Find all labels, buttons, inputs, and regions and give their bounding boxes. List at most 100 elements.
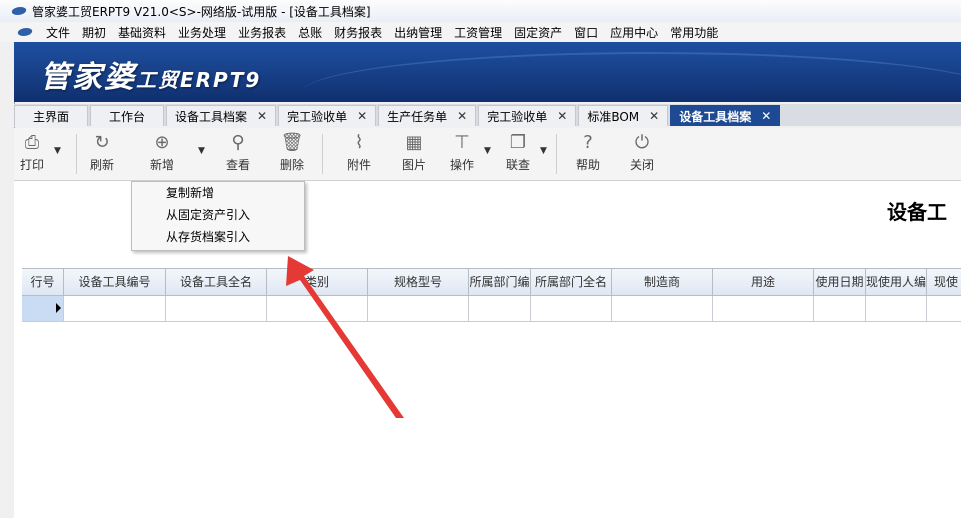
tab-completion-acceptance-2[interactable]: 完工验收单 ✕	[478, 105, 577, 126]
operate-dropdown-arrow[interactable]: ▼	[484, 146, 491, 156]
tab-workbench[interactable]: 工作台	[90, 105, 164, 126]
grid-cell[interactable]	[866, 296, 927, 321]
tab-completion-acceptance[interactable]: 完工验收单 ✕	[278, 105, 377, 126]
tab-standard-bom[interactable]: 标准BOM ✕	[578, 105, 669, 126]
power-icon: ⏻	[634, 132, 650, 153]
grid-cell[interactable]	[267, 296, 368, 321]
linked-dropdown-arrow[interactable]: ▼	[540, 146, 547, 156]
column-header[interactable]: 设备工具全名	[166, 269, 267, 295]
grid-cell[interactable]	[612, 296, 713, 321]
question-icon: ?	[583, 132, 593, 153]
close-icon[interactable]: ✕	[257, 109, 267, 123]
close-icon[interactable]: ✕	[457, 109, 467, 123]
grid-cell[interactable]	[927, 296, 961, 321]
paint-roller-icon: ⊤	[454, 132, 470, 153]
tab-equipment-archive[interactable]: 设备工具档案 ✕	[166, 105, 277, 126]
menu-common[interactable]: 常用功能	[664, 24, 724, 41]
delete-button[interactable]: 🗑 删除	[272, 132, 312, 173]
column-header[interactable]: 现使用人编	[866, 269, 927, 295]
trash-icon: 🗑	[280, 132, 304, 153]
menu-business-reports[interactable]: 业务报表	[232, 24, 292, 41]
grid-cell[interactable]	[713, 296, 814, 321]
tab-main[interactable]: 主界面	[14, 105, 88, 126]
tab-label: 设备工具档案	[679, 109, 752, 124]
brand-logo: 管家婆工贸ERPT9	[40, 60, 262, 95]
column-header[interactable]: 类别	[267, 269, 368, 295]
menu-cashier[interactable]: 出纳管理	[388, 24, 448, 41]
grid-cell[interactable]	[531, 296, 612, 321]
column-header[interactable]: 制造商	[612, 269, 713, 295]
menu-business[interactable]: 业务处理	[172, 24, 232, 41]
close-icon[interactable]: ✕	[649, 109, 659, 123]
menu-item-copy-add[interactable]: 复制新增	[132, 182, 304, 204]
grid-cell[interactable]	[166, 296, 267, 321]
tab-label: 生产任务单	[387, 109, 448, 124]
grid-cell[interactable]	[368, 296, 469, 321]
help-button[interactable]: ? 帮助	[568, 132, 608, 173]
menu-basic-data[interactable]: 基础资料	[112, 24, 172, 41]
toolbar-separator	[76, 134, 77, 174]
operate-button[interactable]: ⊤ 操作	[442, 132, 482, 173]
attach-button[interactable]: ⌇ 附件	[339, 132, 379, 173]
menu-app-center[interactable]: 应用中心	[604, 24, 664, 41]
menu-opening[interactable]: 期初	[76, 24, 112, 41]
menu-app-icon[interactable]	[16, 28, 34, 36]
tab-label: 设备工具档案	[175, 109, 248, 124]
add-button[interactable]: ⊕ 新增	[142, 132, 182, 173]
plus-circle-icon: ⊕	[154, 132, 170, 153]
close-icon[interactable]: ✕	[557, 109, 567, 123]
linked-query-button[interactable]: ❐ 联查	[498, 132, 538, 173]
menu-file[interactable]: 文件	[40, 24, 76, 41]
column-header[interactable]: 所属部门编	[469, 269, 531, 295]
toolbar-separator	[322, 134, 323, 174]
tab-production-task[interactable]: 生产任务单 ✕	[378, 105, 477, 126]
menu-finance-reports[interactable]: 财务报表	[328, 24, 388, 41]
view-button[interactable]: ⚲ 查看	[218, 132, 258, 173]
menu-fixed-assets[interactable]: 固定资产	[508, 24, 568, 41]
search-icon: ⚲	[231, 132, 245, 153]
menu-window[interactable]: 窗口	[568, 24, 604, 41]
tab-label: 工作台	[108, 109, 145, 124]
menu-payroll[interactable]: 工资管理	[448, 24, 508, 41]
menu-item-import-inventory[interactable]: 从存货档案引入	[132, 226, 304, 248]
column-header[interactable]: 用途	[713, 269, 814, 295]
menu-item-import-fixed-assets[interactable]: 从固定资产引入	[132, 204, 304, 226]
paperclip-icon: ⌇	[354, 132, 364, 153]
tab-label: 标准BOM	[587, 109, 640, 124]
data-grid: 行号 设备工具编号 设备工具全名 类别 规格型号 所属部门编 所属部门全名 制造…	[22, 268, 961, 323]
grid-header: 行号 设备工具编号 设备工具全名 类别 规格型号 所属部门编 所属部门全名 制造…	[22, 269, 961, 296]
close-button[interactable]: ⏻ 关闭	[622, 132, 662, 173]
grid-cell[interactable]	[814, 296, 866, 321]
column-header[interactable]: 行号	[22, 269, 64, 295]
window-left-edge	[0, 42, 15, 518]
column-header[interactable]: 规格型号	[368, 269, 469, 295]
table-row[interactable]	[22, 296, 961, 322]
row-selector[interactable]	[22, 296, 64, 321]
close-icon[interactable]: ✕	[761, 109, 771, 123]
column-header[interactable]: 设备工具编号	[64, 269, 166, 295]
grid-cell[interactable]	[469, 296, 531, 321]
title-bar: 管家婆工贸ERPT9 V21.0<S>-网络版-试用版 - [设备工具档案]	[0, 0, 961, 23]
print-button[interactable]: ⎙ 打印	[12, 132, 52, 173]
menu-ledger[interactable]: 总账	[292, 24, 328, 41]
close-icon[interactable]: ✕	[357, 109, 367, 123]
window-title: 管家婆工贸ERPT9 V21.0<S>-网络版-试用版 - [设备工具档案]	[32, 4, 371, 19]
document-tabs: 主界面 工作台 设备工具档案 ✕ 完工验收单 ✕ 生产任务单 ✕ 完工验收单 ✕…	[14, 104, 961, 126]
tab-label: 主界面	[32, 109, 69, 124]
refresh-button[interactable]: ↻ 刷新	[82, 132, 122, 173]
column-header[interactable]: 现使	[927, 269, 961, 295]
row-pointer-icon	[56, 303, 61, 313]
add-dropdown-arrow[interactable]: ▼	[198, 146, 205, 156]
picture-button[interactable]: ▦ 图片	[394, 132, 434, 173]
tab-label: 完工验收单	[487, 109, 548, 124]
banner-decoration	[301, 52, 961, 102]
grid-cell[interactable]	[64, 296, 166, 321]
print-dropdown-arrow[interactable]: ▼	[54, 146, 61, 156]
app-icon	[10, 7, 28, 15]
tab-equipment-archive-active[interactable]: 设备工具档案 ✕	[670, 105, 781, 126]
refresh-icon: ↻	[94, 132, 110, 153]
brand-banner: 管家婆工贸ERPT9	[14, 42, 961, 102]
column-header[interactable]: 使用日期	[814, 269, 866, 295]
column-header[interactable]: 所属部门全名	[531, 269, 612, 295]
menu-bar: 文件 期初 基础资料 业务处理 业务报表 总账 财务报表 出纳管理 工资管理 固…	[0, 22, 961, 42]
